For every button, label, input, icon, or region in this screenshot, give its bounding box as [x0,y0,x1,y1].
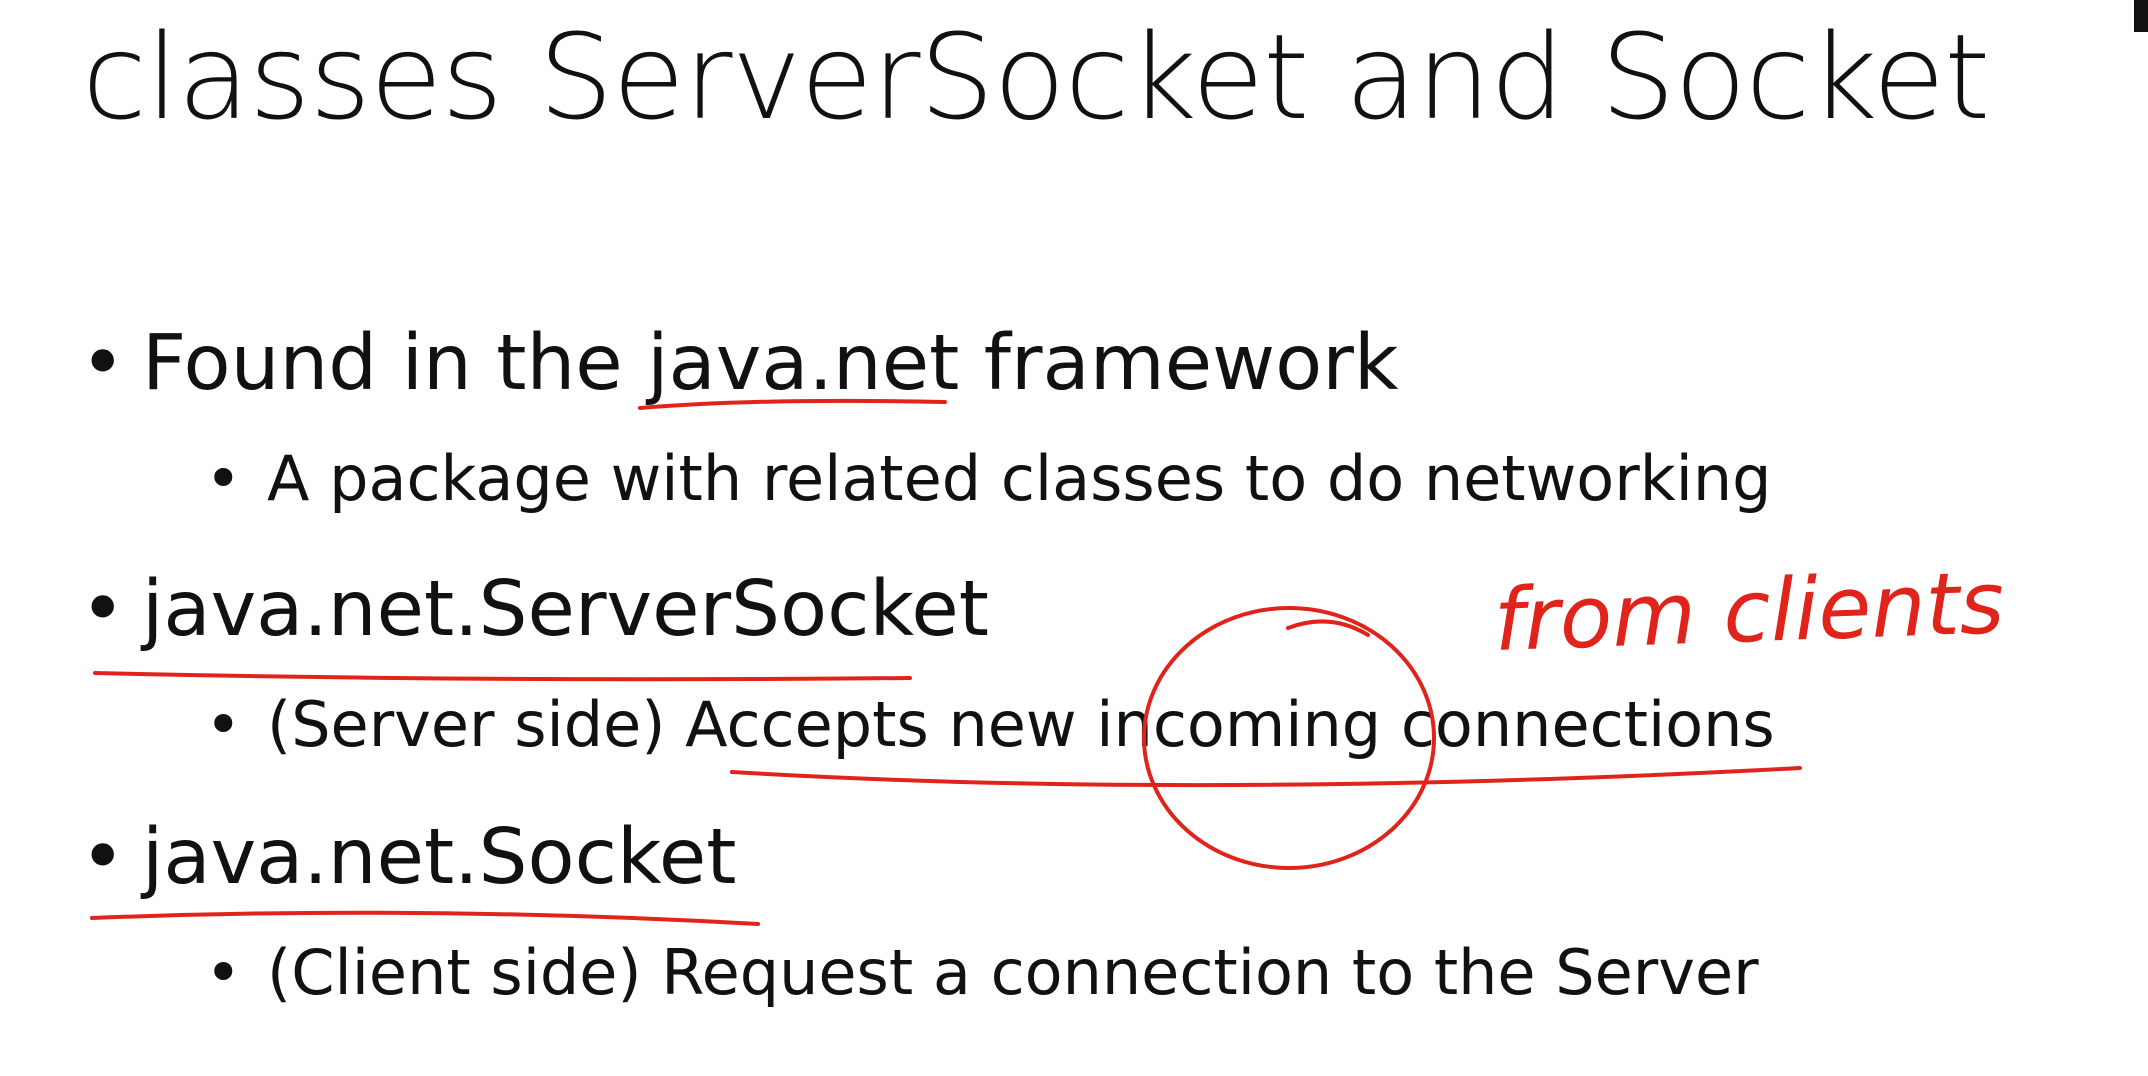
bullet-item-3: • java.net.Socket [80,812,736,904]
bullet-text: java.net.Socket [142,813,737,902]
bullet-marker: • [80,565,126,654]
bullet-item-2: • java.net.ServerSocket [80,564,989,656]
bullet-marker: • [80,813,126,902]
pen-annotations: from clients [90,398,2006,926]
sub-bullet-item-3: • (Client side) Request a connection to t… [205,936,1759,1010]
circle-overlap-stroke [1286,619,1370,637]
corner-marker [2134,0,2148,32]
sub-bullet-text: A package with related classes to do net… [267,442,1772,515]
sub-bullet-text: (Client side) Request a connection to th… [267,936,1759,1009]
bullet-marker: • [205,442,242,515]
underline-serversocket [93,671,912,682]
underline-accepts-connections [730,766,1802,788]
sub-bullet-text: (Server side) Accepts new incoming conne… [267,688,1775,761]
slide-title: classes ServerSocket and Socket [82,8,1990,146]
bullet-marker: • [205,936,242,1009]
underline-socket [90,910,760,926]
bullet-marker: • [80,319,126,408]
slide: classes ServerSocket and Socket • Found i… [0,0,2148,1076]
bullet-marker: • [205,688,242,761]
bullet-text: java.net.ServerSocket [142,565,989,654]
bullet-text: Found in the java.net framework [142,319,1399,408]
handwritten-note: from clients [1492,553,2006,671]
sub-bullet-item-2: • (Server side) Accepts new incoming conn… [205,688,1775,762]
bullet-item-1: • Found in the java.net framework [80,318,1398,410]
sub-bullet-item-1: • A package with related classes to do ne… [205,442,1772,516]
